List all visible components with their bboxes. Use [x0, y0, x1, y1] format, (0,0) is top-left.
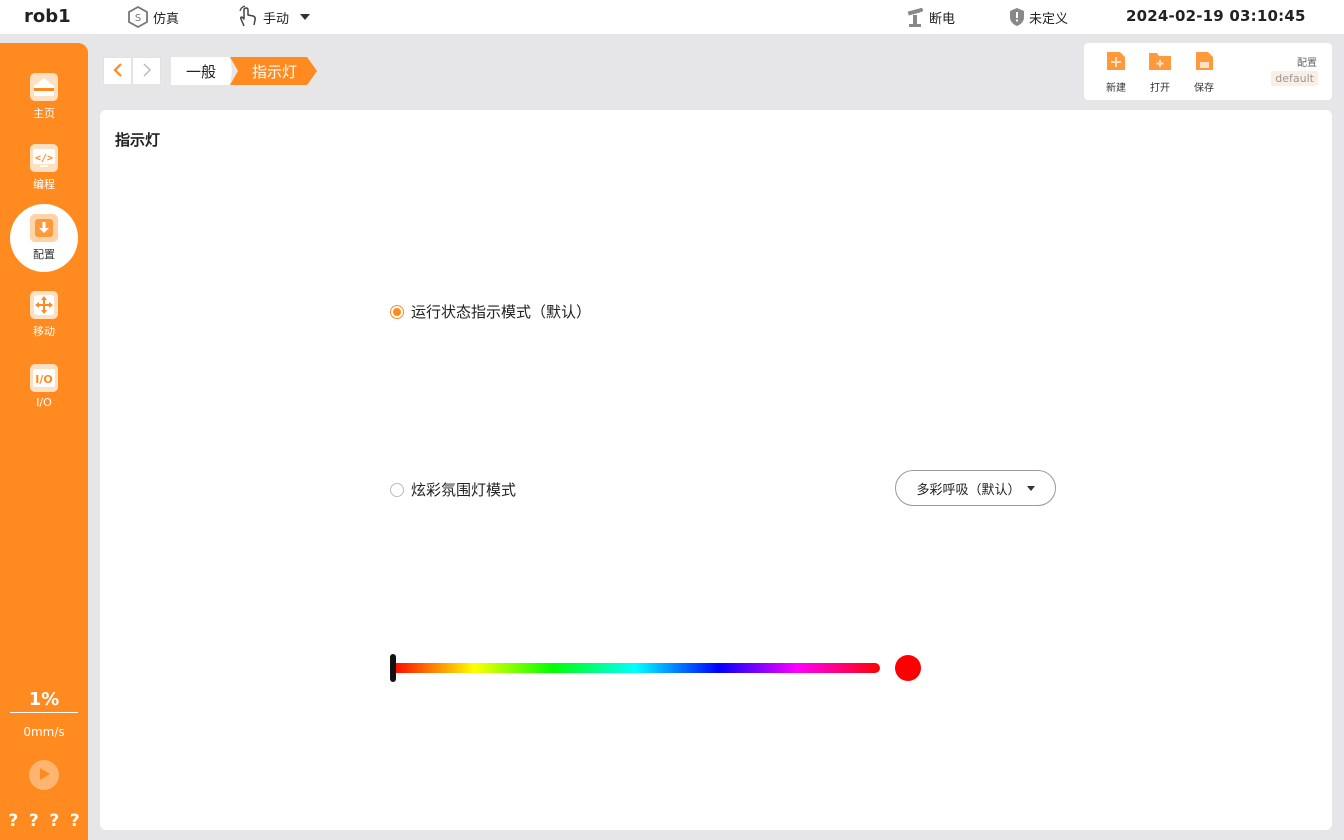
hue-slider-track[interactable]	[391, 663, 880, 673]
simulation-icon: S	[126, 5, 150, 29]
back-button[interactable]	[103, 57, 132, 85]
save-config-button[interactable]: 保存	[1184, 49, 1224, 94]
config-icon	[30, 214, 58, 242]
option-label: 运行状态指示模式（默认）	[411, 303, 592, 321]
forward-button[interactable]	[132, 57, 161, 85]
move-icon	[30, 291, 58, 319]
save-file-icon	[1192, 49, 1216, 76]
play-button[interactable]	[29, 760, 59, 790]
mode-label: 手动	[263, 11, 290, 27]
help-mark[interactable]: ?	[29, 811, 39, 831]
breadcrumb-indicator-light[interactable]: 指示灯	[230, 57, 317, 85]
option-ambient-light-mode[interactable]: 炫彩氛围灯模式	[390, 479, 516, 500]
speed-percent: 1%	[28, 689, 60, 710]
simulation-label: 仿真	[153, 11, 180, 27]
power-status[interactable]: 断电	[906, 5, 955, 29]
caret-down-icon	[299, 13, 311, 21]
power-label: 断电	[929, 11, 956, 27]
play-icon	[37, 766, 51, 785]
mode-dropdown[interactable]: 手动	[236, 5, 311, 29]
breadcrumb: 一般 指示灯	[171, 57, 317, 85]
speed-indicator: 1% 0mm/s	[0, 689, 88, 739]
option-status-indicator-mode[interactable]: 运行状态指示模式（默认）	[390, 301, 591, 322]
sidebar-item-programming[interactable]: </> 编程	[10, 134, 78, 202]
hand-icon	[236, 5, 260, 29]
effect-dropdown-value: 多彩呼吸（默认）	[916, 482, 1021, 498]
sidebar-item-label: I/O	[36, 395, 52, 409]
history-nav	[103, 57, 161, 85]
simulation-toggle[interactable]: S 仿真	[126, 5, 179, 29]
sidebar-item-label: 移动	[33, 325, 55, 338]
hue-slider-handle[interactable]	[390, 654, 396, 682]
top-bar: rob1 S 仿真 手动 断电 未定义 2024-02-19 03:10:45	[0, 0, 1344, 34]
breadcrumb-general[interactable]: 一般	[171, 57, 232, 85]
svg-text:I/O: I/O	[35, 373, 52, 386]
save-config-label: 保存	[1194, 83, 1214, 94]
config-file-panel: 新建 打开 保存 配置 default	[1084, 43, 1332, 100]
sidebar-item-io[interactable]: I/O I/O	[10, 352, 78, 420]
radio-button[interactable]	[390, 482, 404, 497]
safety-status[interactable]: 未定义	[1008, 5, 1068, 29]
sidebar-item-config[interactable]: 配置	[10, 204, 78, 272]
home-icon	[30, 73, 58, 101]
color-preview	[895, 655, 921, 681]
speed-divider	[10, 712, 78, 713]
config-label: 配置	[1297, 58, 1317, 69]
help-mark[interactable]: ?	[70, 811, 80, 831]
safety-label: 未定义	[1029, 11, 1069, 27]
help-marks: ? ? ? ?	[0, 811, 88, 831]
chevron-right-icon	[142, 62, 152, 81]
code-icon: </>	[30, 144, 58, 172]
sidebar-item-home[interactable]: 主页	[10, 63, 78, 131]
shield-icon	[1008, 7, 1026, 27]
open-config-button[interactable]: 打开	[1140, 49, 1180, 94]
config-name: default	[1271, 71, 1318, 86]
chevron-left-icon	[112, 62, 123, 81]
sidebar: 主页 </> 编程 配置 移动 I/O I/O 1% 0mm/s ? ? ? ?	[0, 43, 88, 840]
sidebar-item-label: 主页	[33, 107, 55, 120]
robot-arm-icon	[906, 6, 926, 28]
caret-down-icon	[1026, 485, 1035, 491]
io-icon: I/O	[30, 363, 58, 392]
help-mark[interactable]: ?	[8, 811, 18, 831]
sidebar-item-label: 配置	[33, 248, 55, 261]
open-config-label: 打开	[1150, 83, 1170, 94]
sidebar-item-move[interactable]: 移动	[10, 281, 78, 349]
new-file-icon	[1104, 49, 1128, 76]
option-label: 炫彩氛围灯模式	[411, 481, 517, 499]
robot-name: rob1	[24, 6, 71, 27]
effect-dropdown[interactable]: 多彩呼吸（默认）	[895, 470, 1056, 506]
new-config-label: 新建	[1106, 83, 1126, 94]
main-panel: 指示灯 运行状态指示模式（默认） 炫彩氛围灯模式 多彩呼吸（默认）	[100, 110, 1332, 830]
speed-value: 0mm/s	[23, 725, 65, 739]
sidebar-item-label: 编程	[33, 178, 55, 191]
svg-text:S: S	[135, 13, 141, 24]
radio-button[interactable]	[390, 304, 404, 319]
page-title: 指示灯	[115, 131, 161, 149]
svg-text:</>: </>	[35, 153, 53, 164]
new-config-button[interactable]: 新建	[1096, 49, 1136, 94]
help-mark[interactable]: ?	[49, 811, 59, 831]
datetime: 2024-02-19 03:10:45	[1126, 7, 1306, 25]
folder-icon	[1147, 49, 1173, 76]
